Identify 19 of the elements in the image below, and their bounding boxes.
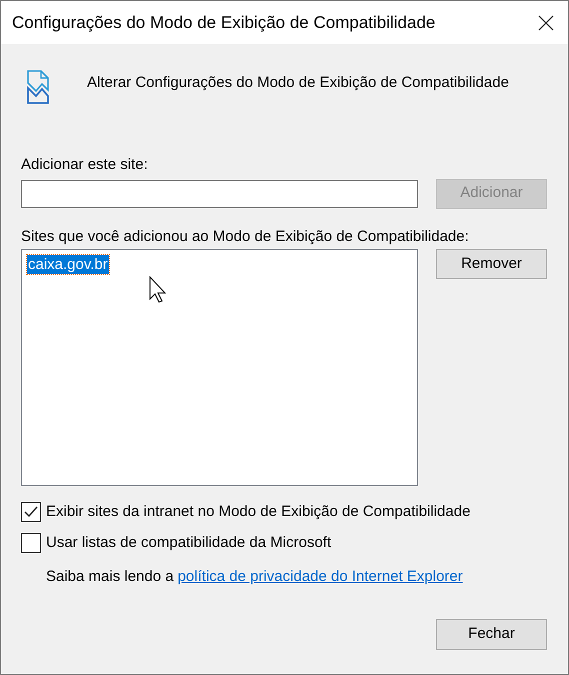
close-icon[interactable] [538, 14, 554, 30]
cursor-icon [149, 276, 168, 303]
privacy-link[interactable]: política de privacidade do Internet Explorer [178, 566, 463, 588]
checkmark-icon [24, 506, 38, 518]
checkbox-label[interactable]: Exibir sites da intranet no Modo de Exibição de Compatibilidade [46, 501, 470, 524]
list-label: Sites que você adicionou ao Modo de Exibição de Compatibilidade: [21, 226, 470, 246]
checkbox[interactable] [21, 502, 41, 522]
site-input-field[interactable] [21, 180, 418, 208]
checkbox-label[interactable]: Usar listas de compatibilidade da Microsoft [46, 532, 332, 554]
sites-list[interactable]: caixa.gov.br [21, 249, 418, 486]
list-item[interactable]: caixa.gov.br [27, 255, 109, 274]
privacy-note: Saiba mais lendo a [46, 567, 174, 587]
checkbox[interactable] [21, 532, 41, 553]
remove-button[interactable]: Remover [436, 249, 547, 279]
window-title: Configurações do Modo de Exibição de Compatibilidade [12, 12, 436, 34]
close-button[interactable]: Fechar [436, 618, 547, 650]
dialog-heading: Alterar Configurações do Modo de Exibição de Compatibilidade [87, 73, 509, 93]
field-label: Adicionar este site: [21, 155, 149, 175]
document-icon [27, 70, 49, 104]
